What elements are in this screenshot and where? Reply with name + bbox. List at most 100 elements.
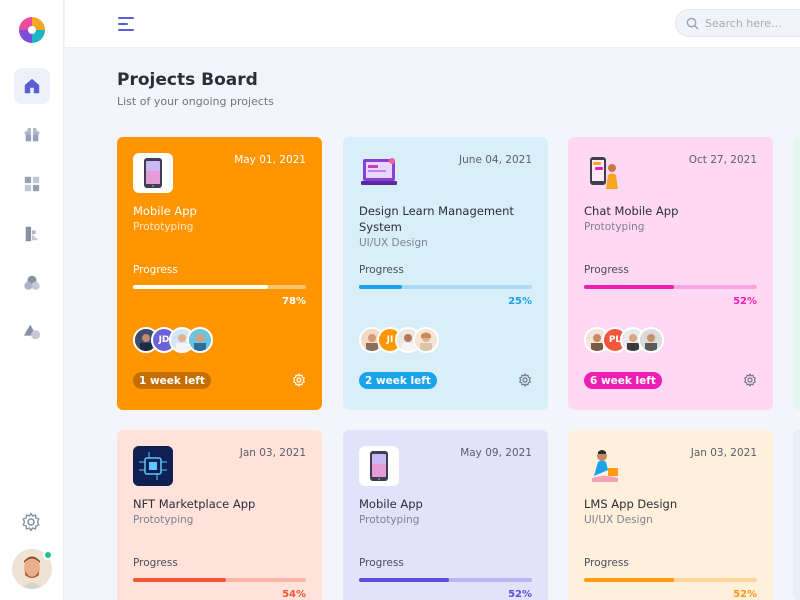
team-icon <box>24 275 40 290</box>
project-category: Prototyping <box>359 514 420 526</box>
project-category: UI/UX Design <box>359 237 428 249</box>
search-icon <box>686 17 699 29</box>
deadline-badge: 6 week left <box>584 372 662 389</box>
project-title: LMS App Design UI/UX Design <box>584 496 759 528</box>
nav-dashboard[interactable] <box>14 166 50 202</box>
project-card-mobile-app-2[interactable]: May 09, 2021 Mobile App Prototyping Prog… <box>343 430 548 600</box>
progress-value: 54% <box>282 589 306 600</box>
card-settings-icon[interactable] <box>518 373 532 387</box>
project-thumbnail <box>584 153 624 193</box>
sidebar <box>0 0 64 600</box>
project-thumbnail <box>359 446 399 486</box>
project-category: UI/UX Design <box>584 514 653 526</box>
progress-fill <box>584 578 674 582</box>
project-date: Oct 27, 2021 <box>688 154 757 166</box>
progress-value: 52% <box>733 296 757 307</box>
progress-bar <box>584 285 757 289</box>
member-avatar[interactable] <box>413 327 439 353</box>
top-header <box>65 0 800 48</box>
member-avatar[interactable] <box>187 327 213 353</box>
progress-value: 52% <box>733 589 757 600</box>
progress-label: Progress <box>584 264 629 276</box>
nav-home[interactable] <box>14 68 50 104</box>
progress-bar <box>359 578 532 582</box>
reports-icon <box>25 226 39 242</box>
project-title: Design Learn Management System UI/UX Des… <box>359 203 534 251</box>
member-face-icon <box>415 329 437 351</box>
project-name: Mobile App <box>359 497 423 511</box>
progress-label: Progress <box>584 557 629 569</box>
project-name: Chat Mobile App <box>584 204 679 218</box>
settings-gear-icon[interactable] <box>21 512 41 532</box>
project-date: Jan 03, 2021 <box>690 447 757 459</box>
progress-label: Progress <box>359 264 404 276</box>
project-category: Prototyping <box>133 514 194 526</box>
project-title: Mobile App Prototyping <box>359 496 534 528</box>
project-date: June 04, 2021 <box>459 154 532 166</box>
member-face-icon <box>189 329 211 351</box>
project-thumbnail <box>133 153 173 193</box>
project-title: NFT Marketplace App Prototyping <box>133 496 308 528</box>
project-thumbnail <box>584 446 624 486</box>
shapes-icon <box>23 324 41 340</box>
member-face-icon <box>640 329 662 351</box>
project-date: Jan 03, 2021 <box>239 447 306 459</box>
deadline-badge: 2 week left <box>359 372 437 389</box>
nav-reports[interactable] <box>14 216 50 252</box>
nav-shapes[interactable] <box>14 314 50 350</box>
team-avatars: PL <box>584 327 664 353</box>
project-card-mobile-app[interactable]: May 01, 2021 Mobile App Prototyping Prog… <box>117 137 322 410</box>
laptop-illustration-icon <box>361 158 397 185</box>
project-card-chat-mobile-app[interactable]: Oct 27, 2021 Chat Mobile App Prototyping… <box>568 137 773 410</box>
progress-value: 52% <box>508 589 532 600</box>
nft-chip-icon <box>133 446 173 486</box>
phone-icon <box>144 158 162 188</box>
project-thumbnail <box>359 153 399 193</box>
progress-value: 78% <box>282 296 306 307</box>
search-input[interactable] <box>705 16 800 30</box>
progress-bar <box>359 285 532 289</box>
dashboard-grid-icon <box>24 176 40 192</box>
progress-bar <box>133 578 306 582</box>
progress-bar <box>584 578 757 582</box>
progress-fill <box>133 578 227 582</box>
online-status-dot <box>43 550 53 560</box>
search-bar[interactable] <box>675 9 800 37</box>
progress-fill <box>359 578 449 582</box>
page-subtitle: List of your ongoing projects <box>117 95 274 108</box>
team-avatars: JI <box>359 327 439 353</box>
project-title: Chat Mobile App Prototyping <box>584 203 759 235</box>
project-title: Mobile App Prototyping <box>133 203 308 235</box>
project-category: Prototyping <box>584 221 645 233</box>
project-category: Prototyping <box>133 221 194 233</box>
progress-fill <box>359 285 403 289</box>
card-settings-icon[interactable] <box>743 373 757 387</box>
nav-gift[interactable] <box>14 116 50 152</box>
partial-card-edge <box>793 430 800 600</box>
project-name: Mobile App <box>133 204 197 218</box>
project-card-lms-app-design[interactable]: Jan 03, 2021 LMS App Design UI/UX Design… <box>568 430 773 600</box>
user-avatar[interactable] <box>12 549 53 589</box>
gift-icon <box>24 127 40 142</box>
progress-label: Progress <box>359 557 404 569</box>
nav-team[interactable] <box>14 265 50 301</box>
progress-bar <box>133 285 306 289</box>
progress-label: Progress <box>133 264 178 276</box>
card-settings-icon[interactable] <box>292 373 306 387</box>
phone-icon <box>370 451 388 481</box>
chat-illustration-icon <box>590 157 618 189</box>
member-avatar[interactable] <box>638 327 664 353</box>
progress-value: 25% <box>508 296 532 307</box>
project-card-design-lms[interactable]: June 04, 2021 Design Learn Management Sy… <box>343 137 548 410</box>
progress-fill <box>584 285 674 289</box>
hamburger-menu-icon[interactable] <box>117 15 137 33</box>
app-logo-icon[interactable] <box>16 14 48 46</box>
page-title: Projects Board <box>117 70 258 90</box>
partial-card-edge <box>793 137 800 410</box>
project-name: NFT Marketplace App <box>133 497 256 511</box>
project-thumbnail <box>133 446 173 486</box>
progress-label: Progress <box>133 557 178 569</box>
project-card-nft-marketplace[interactable]: Jan 03, 2021 NFT Marketplace App Prototy… <box>117 430 322 600</box>
team-avatars: JD <box>133 327 213 353</box>
project-date: May 09, 2021 <box>460 447 532 459</box>
